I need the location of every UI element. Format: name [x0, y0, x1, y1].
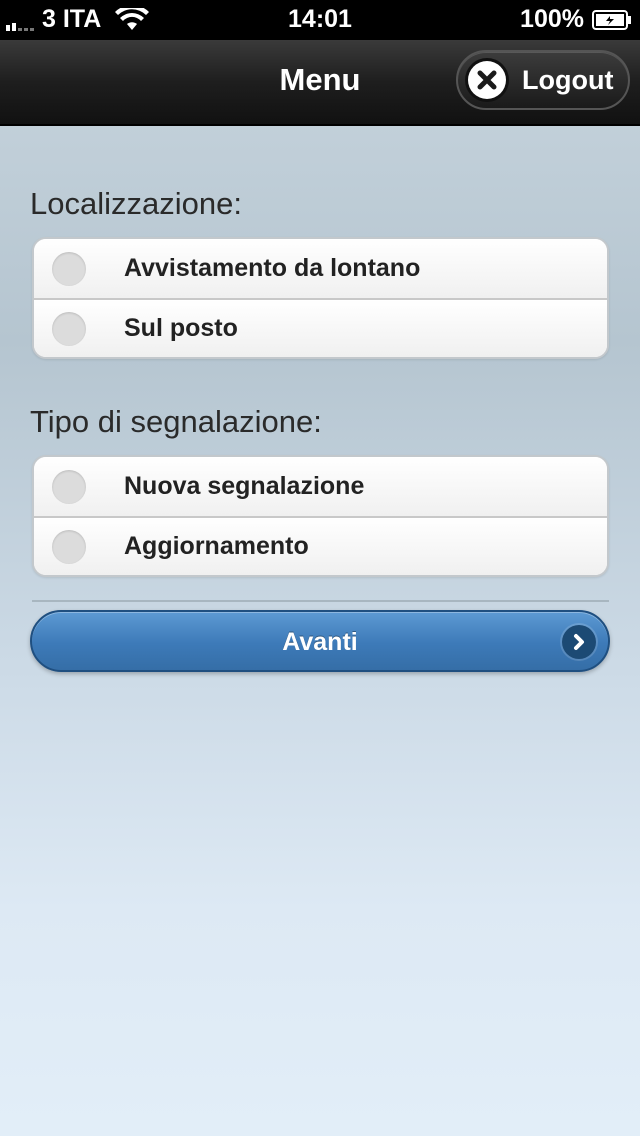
radio-label: Aggiornamento — [124, 532, 309, 560]
radio-button[interactable] — [52, 529, 86, 564]
avanti-label: Avanti — [282, 628, 358, 656]
radio-button[interactable] — [52, 469, 86, 504]
radio-avvistamento-da-lontano[interactable]: Avvistamento da lontano — [34, 239, 607, 298]
status-bar: 3 ITA 14:01 100% — [0, 0, 640, 40]
radio-button[interactable] — [52, 251, 86, 286]
localizzazione-label: Localizzazione: — [30, 186, 242, 221]
avanti-button[interactable]: Avanti — [30, 610, 610, 672]
divider — [32, 600, 609, 602]
close-icon — [468, 61, 506, 99]
battery-percent: 100% — [520, 5, 584, 33]
radio-label: Nuova segnalazione — [124, 472, 365, 500]
tipo-segnalazione-label: Tipo di segnalazione: — [30, 404, 322, 439]
radio-label: Sul posto — [124, 314, 238, 342]
status-right: 100% — [520, 5, 632, 34]
radio-nuova-segnalazione[interactable]: Nuova segnalazione — [34, 457, 607, 516]
battery-icon — [592, 9, 631, 30]
nav-header: Menu Logout — [0, 40, 640, 126]
chevron-right-icon — [562, 625, 596, 659]
localizzazione-radio-group: Avvistamento da lontano Sul posto — [32, 237, 609, 359]
tipo-segnalazione-radio-group: Nuova segnalazione Aggiornamento — [32, 455, 609, 577]
logout-label: Logout — [522, 64, 614, 95]
logout-button[interactable]: Logout — [456, 50, 630, 110]
radio-button[interactable] — [52, 311, 86, 346]
radio-label: Avvistamento da lontano — [124, 254, 421, 282]
radio-aggiornamento[interactable]: Aggiornamento — [34, 516, 607, 575]
radio-sul-posto[interactable]: Sul posto — [34, 298, 607, 357]
